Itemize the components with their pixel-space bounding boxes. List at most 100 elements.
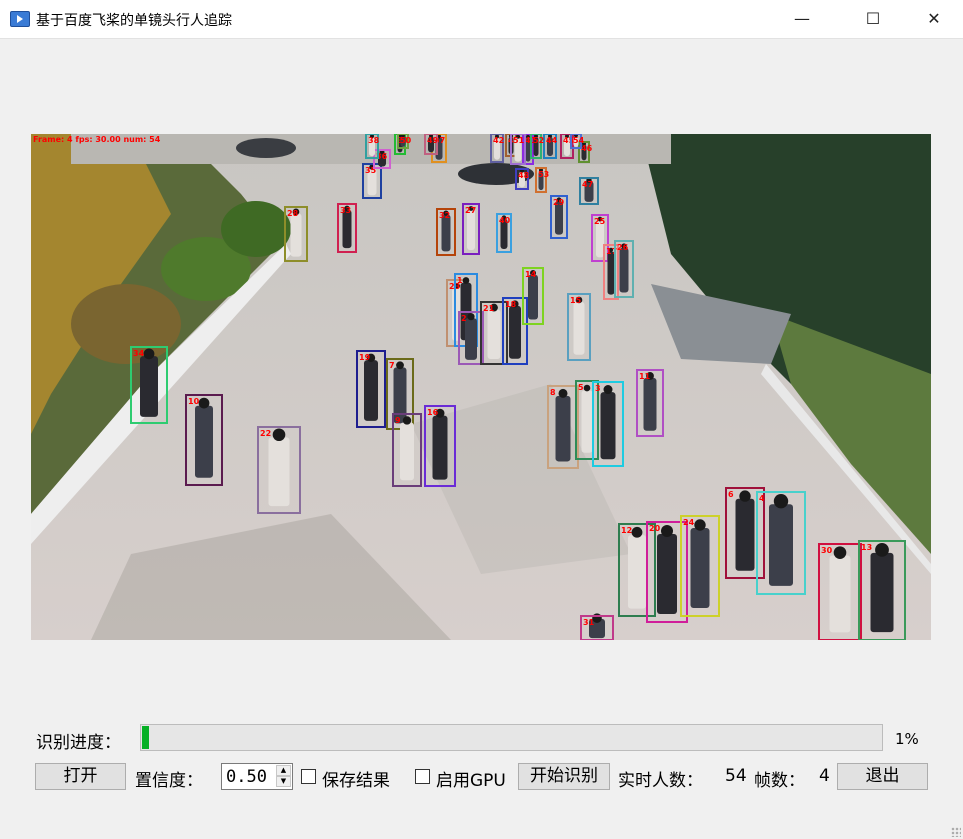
pedestrian-head	[143, 348, 155, 360]
track-id-label: 18	[505, 300, 517, 309]
pedestrian-figure	[555, 395, 571, 462]
track-id-label: 31	[583, 618, 595, 627]
pedestrian-figure	[465, 318, 477, 360]
pedestrian-figure	[140, 356, 158, 417]
video-frame: 34 10 22 19 7 9 16 8 5 3 11 23 1 2 21 18 14 15 6 4 12 20 24 30 1…	[31, 134, 931, 640]
spin-up-icon[interactable]: ▲	[276, 765, 291, 776]
tracking-scene: 34102219791685 311231221 1814156 412 202430 1…	[31, 134, 931, 640]
track-id-label: 20	[649, 524, 661, 533]
open-button[interactable]: 打开	[35, 763, 126, 790]
pedestrian-head	[402, 416, 412, 425]
pedestrian-head	[833, 546, 847, 559]
track-id-label: 12	[621, 526, 632, 535]
pedestrian-head	[462, 277, 470, 284]
track-id-label: 32	[439, 211, 450, 220]
app-icon	[10, 11, 30, 27]
pedestrian-head	[773, 493, 789, 509]
track-id-label: 48	[518, 171, 530, 180]
pedestrian-figure	[870, 552, 894, 633]
pedestrian-head	[198, 397, 210, 409]
pedestrian-figure	[268, 437, 290, 507]
pedestrian-figure	[735, 498, 755, 571]
pedestrian-head	[739, 490, 751, 502]
pedestrian-head	[694, 519, 706, 531]
progress-fill	[142, 726, 149, 749]
pedestrian-figure	[195, 405, 213, 478]
overlay-status-text: Frame: 4 fps: 30.00 num: 54	[33, 135, 161, 144]
enable-gpu-label: 启用GPU	[436, 771, 506, 791]
resize-grip[interactable]	[951, 827, 961, 837]
track-id-label: 22	[260, 429, 271, 438]
enable-gpu-checkbox[interactable]	[415, 769, 430, 784]
progress-bar	[140, 724, 883, 751]
track-id-label: 52	[533, 136, 544, 145]
pedestrian-head	[558, 388, 568, 398]
pedestrian-figure	[364, 360, 378, 421]
pedestrian-figure	[619, 247, 629, 293]
confidence-value[interactable]: 0.50	[226, 767, 267, 787]
track-id-label: 24	[683, 518, 695, 527]
track-id-label: 19	[359, 353, 371, 362]
track-id-label: 53	[538, 170, 549, 179]
progress-percent: 1%	[895, 730, 919, 748]
pedestrian-head	[603, 385, 613, 395]
pedestrian-figure	[467, 210, 475, 250]
pedestrian-figure	[600, 392, 616, 460]
fps-label: 帧数：	[754, 771, 805, 791]
track-id-label: 27	[465, 206, 476, 215]
track-id-label: 30	[821, 546, 833, 555]
track-id-label: 1	[457, 276, 463, 285]
track-id-label: 28	[287, 209, 299, 218]
track-id-label: 54	[573, 136, 585, 145]
confidence-spinbox[interactable]: 0.50 ▲ ▼	[221, 763, 293, 790]
spin-down-icon[interactable]: ▼	[276, 776, 291, 787]
track-id-label: 46	[581, 144, 593, 153]
pedestrian-figure	[607, 251, 615, 295]
track-id-label: 21	[483, 304, 495, 313]
track-id-label: 51	[513, 136, 525, 145]
track-id-label: 49	[427, 136, 439, 145]
pedestrian-figure	[628, 535, 646, 609]
track-id-label: 16	[427, 408, 439, 417]
pedestrian-figure	[400, 422, 414, 481]
maximize-button[interactable]: ☐	[850, 0, 896, 38]
save-results-checkbox[interactable]	[301, 769, 316, 784]
count-label: 实时人数：	[618, 771, 703, 791]
start-recognition-button[interactable]: 开始识别	[518, 763, 610, 790]
pedestrian-figure	[290, 213, 302, 257]
track-id-label: 11	[639, 372, 651, 381]
pedestrian-figure	[596, 220, 604, 258]
close-button[interactable]: ✕	[911, 0, 957, 38]
pedestrian-head	[661, 525, 673, 537]
track-id-label: 10	[188, 397, 200, 406]
track-id-label: 14	[525, 270, 537, 279]
track-id-label: 3	[595, 384, 601, 393]
track-id-label: 29	[553, 198, 565, 207]
track-id-label: 50	[400, 136, 412, 145]
pedestrian-head	[631, 526, 643, 538]
track-id-label: 44	[546, 136, 558, 145]
track-id-label: 42	[493, 136, 504, 145]
minimize-button[interactable]: —	[779, 0, 825, 38]
window-title: 基于百度飞桨的单镜头行人追踪	[36, 13, 232, 29]
exit-button[interactable]: 退出	[837, 763, 928, 790]
pedestrian-head	[583, 384, 591, 392]
track-id-label: 34	[133, 349, 145, 358]
track-id-label: 15	[570, 296, 582, 305]
pedestrian-figure	[657, 534, 677, 614]
pedestrian-head	[875, 543, 889, 557]
confidence-label: 置信度：	[135, 771, 203, 791]
track-id-label: 13	[861, 543, 872, 552]
track-id-label: 4	[759, 494, 765, 503]
pedestrian-figure	[573, 301, 585, 355]
track-id-label: 2	[461, 314, 467, 323]
fps-value: 4	[819, 766, 830, 786]
pedestrian-figure	[528, 274, 538, 320]
pedestrian-figure	[342, 209, 352, 249]
pedestrian-head	[272, 428, 286, 442]
track-id-label: 26	[617, 243, 629, 252]
track-id-label: 33	[340, 206, 351, 215]
pedestrian-head	[467, 313, 475, 321]
pedestrian-figure	[432, 415, 448, 480]
pedestrian-figure	[441, 214, 451, 252]
